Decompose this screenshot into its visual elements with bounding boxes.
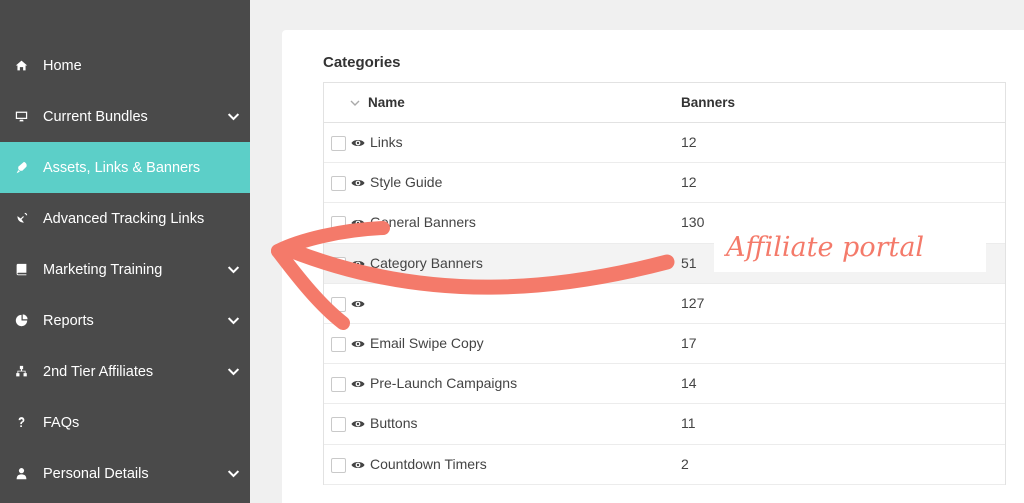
row-checkbox[interactable] xyxy=(331,256,346,272)
table-row[interactable]: Email Swipe Copy 17 xyxy=(324,324,1005,365)
sidebar-item-2nd-tier-affiliates[interactable]: 2nd Tier Affiliates xyxy=(0,346,250,397)
book-icon xyxy=(14,263,28,277)
sidebar-item-label: Advanced Tracking Links xyxy=(43,210,205,227)
eye-icon[interactable] xyxy=(351,459,365,471)
chevron-down-icon[interactable] xyxy=(226,467,240,481)
row-name[interactable]: Buttons xyxy=(370,415,417,431)
sidebar-item-assets-links-banners[interactable]: Assets, Links & Banners xyxy=(0,142,250,193)
row-name[interactable]: Pre-Launch Campaigns xyxy=(370,375,517,391)
eye-icon[interactable] xyxy=(351,378,365,390)
row-banner-count: 12 xyxy=(681,174,697,191)
row-banner-count: 127 xyxy=(681,294,705,311)
eye-icon[interactable] xyxy=(351,298,365,310)
eye-icon[interactable] xyxy=(351,177,365,189)
satellite-icon xyxy=(14,212,28,226)
eye-icon[interactable] xyxy=(351,418,365,430)
row-banner-count: 51 xyxy=(681,254,697,271)
monitor-icon xyxy=(14,110,28,124)
chevron-down-icon[interactable] xyxy=(226,263,240,277)
table-row[interactable]: Links 12 xyxy=(324,123,1005,164)
sidebar-item-label: Home xyxy=(43,57,82,74)
row-name[interactable]: Countdown Timers xyxy=(370,456,487,472)
sidebar-item-faqs[interactable]: FAQs xyxy=(0,397,250,448)
row-name[interactable]: Category Banners xyxy=(370,255,483,271)
table-row[interactable]: Pre-Launch Campaigns 14 xyxy=(324,364,1005,405)
chevron-down-icon[interactable] xyxy=(226,314,240,328)
chevron-down-icon[interactable] xyxy=(226,110,240,124)
sidebar-item-label: 2nd Tier Affiliates xyxy=(43,363,154,380)
rocket-icon xyxy=(14,161,28,175)
row-banner-count: 12 xyxy=(681,134,697,150)
question-icon xyxy=(14,416,28,430)
row-checkbox[interactable] xyxy=(331,417,346,433)
sidebar-item-reports[interactable]: Reports xyxy=(0,295,250,346)
sidebar-item-advanced-tracking-links[interactable]: Advanced Tracking Links xyxy=(0,193,250,244)
row-checkbox[interactable] xyxy=(331,136,346,151)
home-icon xyxy=(14,59,28,73)
sidebar: Home Current Bundles Assets, Links & Ban… xyxy=(0,0,250,503)
chevron-down-icon[interactable] xyxy=(226,365,240,379)
row-banner-count: 11 xyxy=(681,415,696,432)
eye-icon[interactable] xyxy=(351,217,365,229)
table-row[interactable]: Countdown Timers 2 xyxy=(324,445,1005,485)
row-name[interactable]: Email Swipe Copy xyxy=(370,335,484,351)
column-header-banners: Banners xyxy=(681,95,736,110)
row-banner-count: 14 xyxy=(681,375,697,392)
table-header: Name Banners xyxy=(324,83,1005,123)
table-row[interactable]: Style Guide 12 xyxy=(324,163,1005,204)
table-row[interactable]: Buttons 11 xyxy=(324,404,1005,445)
sitemap-icon xyxy=(14,365,28,379)
row-checkbox[interactable] xyxy=(331,216,346,232)
pie-chart-icon xyxy=(14,314,28,328)
categories-table: Name Banners Links 12 Style Guide 12 Gen… xyxy=(323,82,1006,485)
page-title: Categories xyxy=(323,54,401,71)
column-header-name[interactable]: Name xyxy=(350,95,405,110)
row-banner-count: 17 xyxy=(681,334,697,351)
row-name[interactable]: Links xyxy=(370,134,403,150)
row-checkbox[interactable] xyxy=(331,336,346,352)
sidebar-item-label: Personal Details xyxy=(43,465,149,482)
eye-icon[interactable] xyxy=(351,258,365,270)
sidebar-item-label: Current Bundles xyxy=(43,108,148,125)
annotation-label: Affiliate portal xyxy=(726,232,925,263)
eye-icon[interactable] xyxy=(351,338,365,350)
eye-icon[interactable] xyxy=(351,137,365,149)
row-checkbox[interactable] xyxy=(331,176,346,192)
user-icon xyxy=(14,467,28,481)
row-banner-count: 2 xyxy=(681,455,689,472)
row-banner-count: 130 xyxy=(681,214,705,231)
sidebar-item-personal-details[interactable]: Personal Details xyxy=(0,448,250,499)
table-row[interactable]: 127 xyxy=(324,284,1005,324)
column-header-name-label: Name xyxy=(368,95,405,110)
sort-chevron-icon[interactable] xyxy=(350,98,360,108)
row-name[interactable]: Style Guide xyxy=(370,174,442,190)
row-name[interactable]: General Banners xyxy=(370,214,476,230)
sidebar-item-label: FAQs xyxy=(43,414,80,431)
row-checkbox[interactable] xyxy=(331,377,346,393)
row-checkbox[interactable] xyxy=(331,296,346,312)
sidebar-item-label: Marketing Training xyxy=(43,261,163,278)
sidebar-item-label: Reports xyxy=(43,312,94,329)
sidebar-item-label: Assets, Links & Banners xyxy=(43,159,201,176)
row-checkbox[interactable] xyxy=(331,457,346,473)
sidebar-item-home[interactable]: Home xyxy=(0,40,250,91)
sidebar-item-marketing-training[interactable]: Marketing Training xyxy=(0,244,250,295)
sidebar-item-current-bundles[interactable]: Current Bundles xyxy=(0,91,250,142)
